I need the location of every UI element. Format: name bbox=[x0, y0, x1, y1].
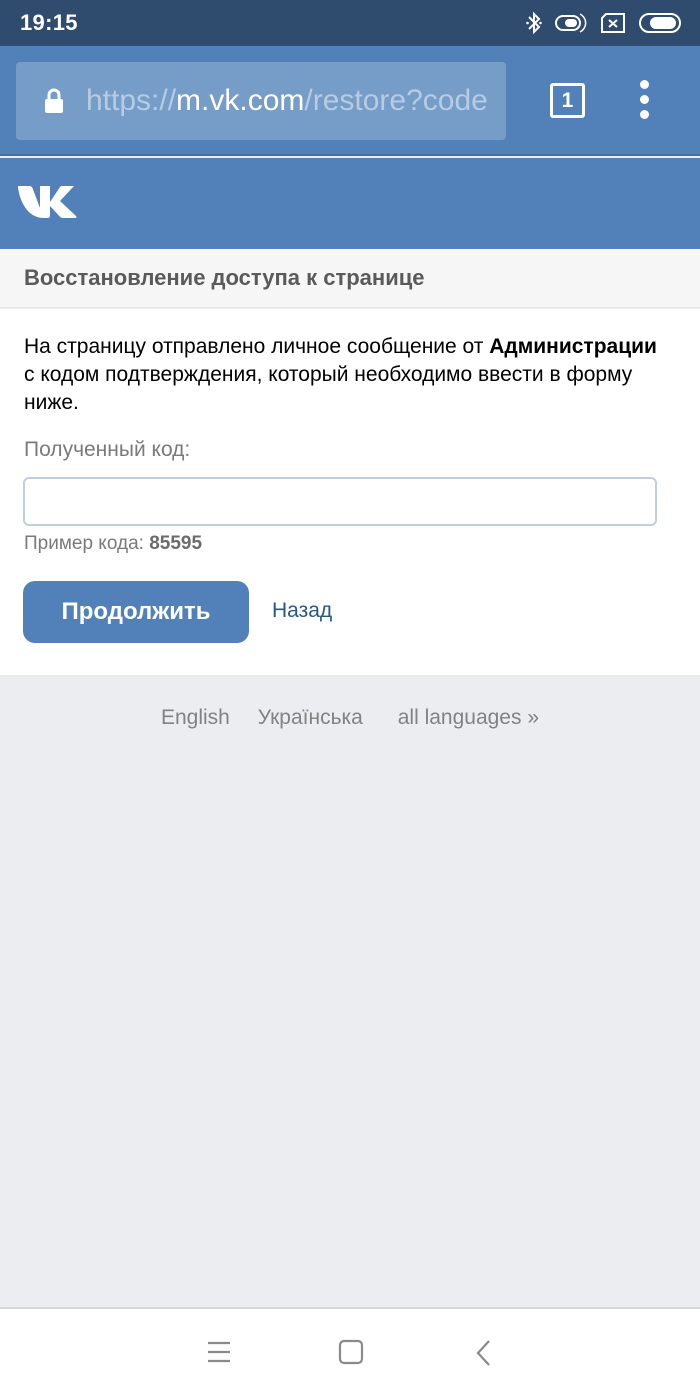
code-input[interactable] bbox=[23, 477, 657, 526]
language-ukrainian[interactable]: Українська bbox=[258, 706, 363, 729]
status-time: 19:15 bbox=[20, 10, 78, 35]
tabs-button[interactable]: 1 bbox=[550, 83, 585, 118]
menu-icon[interactable] bbox=[206, 1339, 232, 1365]
battery-icon bbox=[639, 13, 681, 33]
section-header: Восстановление доступа к странице bbox=[0, 249, 700, 308]
back-link[interactable]: Назад bbox=[272, 599, 332, 623]
language-links: English Українська all languages » bbox=[0, 706, 700, 730]
sim-card-no-signal-icon bbox=[601, 13, 625, 33]
status-bar: 19:15 bbox=[0, 0, 700, 46]
lock-icon bbox=[45, 88, 63, 113]
home-icon[interactable] bbox=[338, 1339, 364, 1365]
address-bar[interactable]: https://m.vk.com/restore?code bbox=[16, 62, 506, 140]
site-header bbox=[0, 158, 700, 249]
language-all[interactable]: all languages » bbox=[398, 706, 539, 729]
language-english[interactable]: English bbox=[161, 706, 230, 729]
url-prefix: https:// bbox=[86, 84, 177, 117]
example-code: 85595 bbox=[149, 533, 203, 554]
status-icons bbox=[526, 11, 682, 35]
code-example: Пример кода: 85595 bbox=[24, 533, 202, 555]
more-vert-icon[interactable] bbox=[630, 80, 660, 122]
toggle-icon bbox=[555, 13, 587, 33]
page-title: Восстановление доступа к странице bbox=[24, 265, 425, 290]
message-sender: Администрации bbox=[489, 335, 657, 358]
vk-logo[interactable] bbox=[16, 182, 78, 222]
system-nav-bar bbox=[0, 1307, 700, 1400]
continue-button[interactable]: Продолжить bbox=[23, 581, 249, 643]
url-domain: m.vk.com bbox=[176, 84, 305, 117]
message-text-2: с кодом подтверждения, который необходим… bbox=[24, 363, 633, 414]
code-field-label: Полученный код: bbox=[24, 438, 191, 461]
tab-count: 1 bbox=[561, 89, 574, 112]
url-path: /restore?code bbox=[304, 84, 488, 117]
message-text-1: На страницу отправлено личное сообщение … bbox=[24, 335, 490, 358]
url-text[interactable]: https://m.vk.com/restore?code bbox=[86, 84, 491, 118]
browser-toolbar: https://m.vk.com/restore?code 1 bbox=[0, 46, 700, 156]
info-message: На страницу отправлено личное сообщение … bbox=[24, 333, 664, 417]
example-label: Пример кода: bbox=[24, 533, 150, 554]
restore-form: На страницу отправлено личное сообщение … bbox=[0, 309, 700, 675]
back-icon[interactable] bbox=[474, 1339, 494, 1367]
bluetooth-icon bbox=[526, 11, 542, 35]
